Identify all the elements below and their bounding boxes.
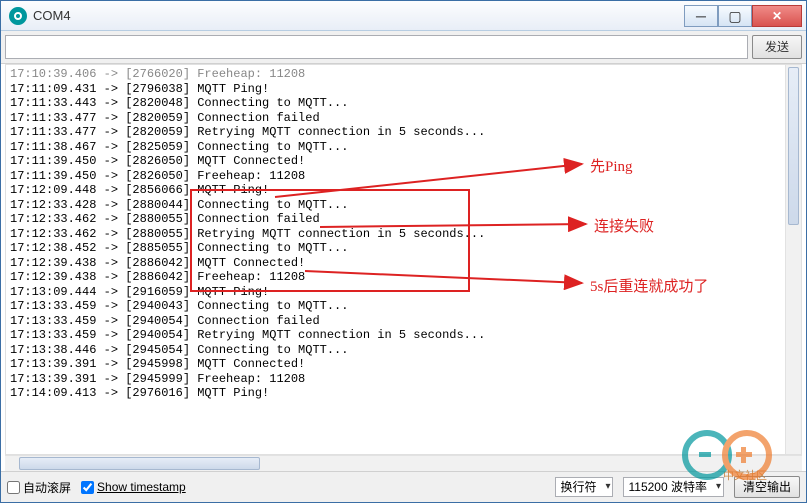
log-line: 17:11:33.477 -> [2820059] Connection fai… (10, 111, 797, 126)
arduino-icon (9, 7, 27, 25)
log-line: 17:13:39.391 -> [2945999] Freeheap: 1120… (10, 372, 797, 387)
send-row: 发送 (1, 31, 806, 64)
log-line: 17:14:09.413 -> [2976016] MQTT Ping! (10, 386, 797, 401)
line-ending-select[interactable]: 换行符 (555, 477, 613, 497)
window-controls: ─ ▢ ✕ (684, 5, 802, 27)
log-line: 17:11:33.443 -> [2820048] Connecting to … (10, 96, 797, 111)
serial-input[interactable] (5, 35, 748, 59)
highlight-box (190, 189, 470, 292)
watermark-logo (669, 425, 789, 485)
log-line: 17:13:38.446 -> [2945054] Connecting to … (10, 343, 797, 358)
vertical-scrollbar[interactable] (785, 65, 801, 454)
titlebar[interactable]: COM4 ─ ▢ ✕ (1, 1, 806, 31)
log-line: 17:11:39.450 -> [2826050] MQTT Connected… (10, 154, 797, 169)
log-line: 17:11:38.467 -> [2825059] Connecting to … (10, 140, 797, 155)
show-timestamp-checkbox[interactable]: Show timestamp (81, 480, 186, 494)
log-line: 17:13:33.459 -> [2940054] Retrying MQTT … (10, 328, 797, 343)
show-timestamp-label: Show timestamp (97, 480, 186, 494)
send-button[interactable]: 发送 (752, 35, 802, 59)
autoscroll-label: 自动滚屏 (23, 479, 71, 496)
log-line: 17:13:33.459 -> [2940043] Connecting to … (10, 299, 797, 314)
maximize-button[interactable]: ▢ (718, 5, 752, 27)
log-line: 17:13:33.459 -> [2940054] Connection fai… (10, 314, 797, 329)
annotation-reconnect: 5s后重连就成功了 (590, 275, 708, 296)
log-line: 17:11:09.431 -> [2796038] MQTT Ping! (10, 82, 797, 97)
autoscroll-checkbox[interactable]: 自动滚屏 (7, 479, 71, 496)
log-line: 17:10:39.406 -> [2766020] Freeheap: 1120… (10, 67, 797, 82)
minimize-button[interactable]: ─ (684, 5, 718, 27)
annotation-ping: 先Ping (590, 155, 633, 176)
log-line: 17:13:39.391 -> [2945998] MQTT Connected… (10, 357, 797, 372)
annotation-fail: 连接失败 (594, 215, 654, 236)
log-line: 17:11:39.450 -> [2826050] Freeheap: 1120… (10, 169, 797, 184)
window-title: COM4 (33, 8, 684, 23)
log-line: 17:11:33.477 -> [2820059] Retrying MQTT … (10, 125, 797, 140)
close-button[interactable]: ✕ (752, 5, 802, 27)
